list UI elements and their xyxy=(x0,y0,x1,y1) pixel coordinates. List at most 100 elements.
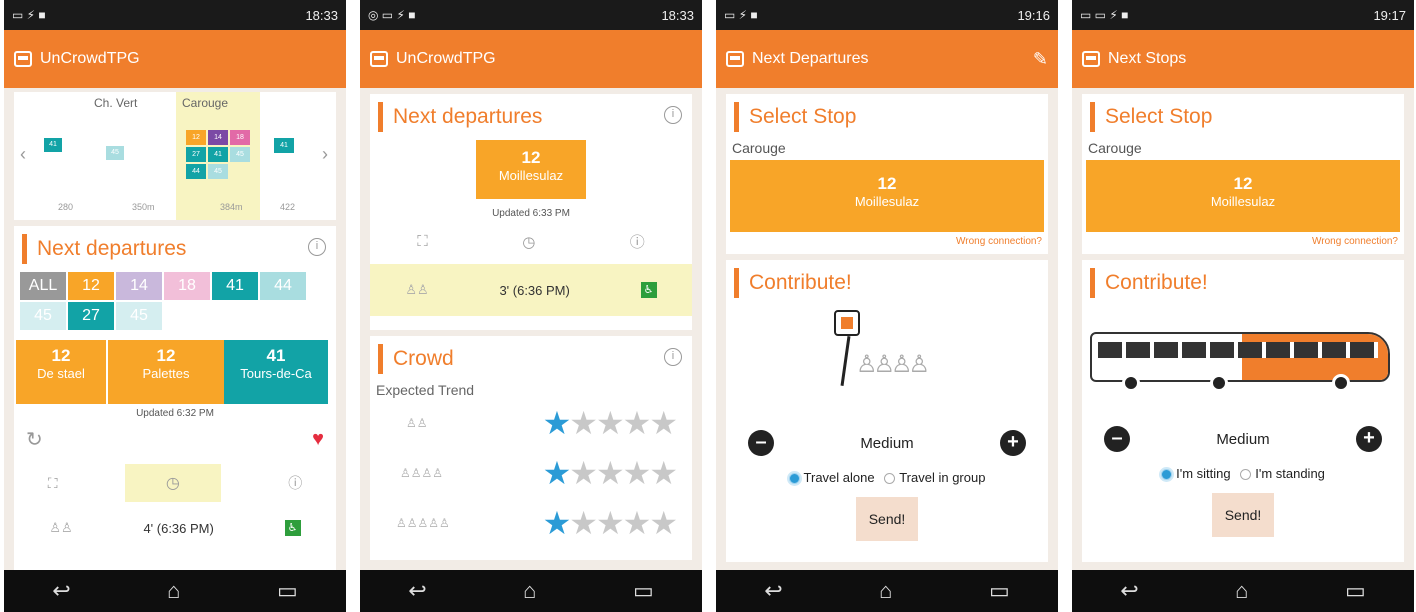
crowd-people-icon: ♙♙♙♙ xyxy=(856,351,930,378)
select-stop-card: Select Stop Carouge 12 Moillesulaz Wrong… xyxy=(1082,94,1404,254)
edit-icon[interactable]: ✎ xyxy=(1033,49,1048,70)
send-button[interactable]: Send! xyxy=(856,497,918,541)
decrease-button[interactable]: – xyxy=(748,430,774,456)
filter-chip[interactable]: 14 xyxy=(116,272,162,300)
filter-chip[interactable]: 45 xyxy=(20,302,66,330)
departure-box[interactable]: 12 Palettes xyxy=(108,340,224,404)
back-icon[interactable]: ↩ xyxy=(408,578,426,604)
updated-label: Updated 6:33 PM xyxy=(492,208,570,219)
notification-icon: ▭ ▭ ⚡ ■ xyxy=(1080,8,1129,22)
rating-row: ♙♙ ★★★★★ xyxy=(370,398,692,448)
radio-standing[interactable] xyxy=(1240,469,1252,481)
distance-label: 422 xyxy=(280,202,296,212)
chevron-right-icon[interactable]: › xyxy=(322,144,328,165)
recents-icon[interactable]: ▭ xyxy=(989,578,1010,604)
rating-stars[interactable]: ★★★★★ xyxy=(543,504,678,542)
app-bar: UnCrowdTPG xyxy=(360,30,702,88)
app-bar: Next Stops xyxy=(1072,30,1414,88)
app-title: UnCrowdTPG xyxy=(40,50,140,67)
clock-icon[interactable]: ◷ xyxy=(522,233,535,251)
selected-departure[interactable]: 12 Moillesulaz xyxy=(476,140,586,202)
crowd-icon: ⛶ xyxy=(47,474,58,491)
filter-chip[interactable]: 12 xyxy=(68,272,114,300)
screen-3: ▭ ⚡ ■ 19:16 Next Departures ✎ Select Sto… xyxy=(716,0,1058,612)
stop-label: Ch. Vert xyxy=(94,96,138,110)
back-icon[interactable]: ↩ xyxy=(1120,578,1138,604)
stops-strip[interactable]: ‹ › Ch. Vert Carouge 41 45 12 14 18 27 4… xyxy=(14,92,336,220)
distance-label: 350m xyxy=(132,202,155,212)
notification-icon: ▭ ⚡ ■ xyxy=(12,8,46,22)
line-filters: ALL 12 14 18 41 44 45 27 45 xyxy=(14,272,314,330)
select-stop-card: Select Stop Carouge 12 Moillesulaz Wrong… xyxy=(726,94,1048,254)
filter-chip[interactable]: 44 xyxy=(260,272,306,300)
departure-time: 4' (6:36 PM) xyxy=(143,520,214,536)
line-badge: 45 xyxy=(208,164,228,179)
home-icon[interactable]: ⌂ xyxy=(167,578,180,604)
recents-icon[interactable]: ▭ xyxy=(277,578,298,604)
bus-icon xyxy=(1082,51,1100,67)
bus-illustration xyxy=(1082,306,1404,416)
rating-stars[interactable]: ★★★★★ xyxy=(543,404,678,442)
send-button[interactable]: Send! xyxy=(1212,493,1274,537)
wrong-connection-link[interactable]: Wrong connection? xyxy=(726,236,1048,247)
filter-chip[interactable]: 45 xyxy=(116,302,162,330)
next-departures-card: Next departures i 12 Moillesulaz Updated… xyxy=(370,94,692,330)
filter-chip[interactable]: ALL xyxy=(20,272,66,300)
clock-icon[interactable]: ◷ xyxy=(124,464,221,502)
contribute-card: Contribute! ♙♙♙♙ – Medium + Travel alone… xyxy=(726,260,1048,562)
filter-chip[interactable]: 41 xyxy=(212,272,258,300)
increase-button[interactable]: + xyxy=(999,430,1026,456)
filter-chip[interactable]: 18 xyxy=(164,272,210,300)
departure-box[interactable]: 12 De stael xyxy=(16,340,106,404)
recents-icon[interactable]: ▭ xyxy=(1345,578,1366,604)
line-badge: 27 xyxy=(186,147,206,162)
radio-label: Travel in group xyxy=(899,470,986,485)
chevron-left-icon[interactable]: ‹ xyxy=(20,144,26,165)
stop-label: Carouge xyxy=(182,96,229,110)
decrease-button[interactable]: – xyxy=(1104,426,1130,452)
home-icon[interactable]: ⌂ xyxy=(1235,578,1248,604)
radio-sitting[interactable] xyxy=(1161,469,1173,481)
line-badge: 45 xyxy=(106,146,124,160)
radio-travel-alone[interactable] xyxy=(788,473,800,485)
heart-icon[interactable]: ♥ xyxy=(312,428,324,451)
system-nav: ↩ ⌂ ▭ xyxy=(716,570,1058,612)
screen-1: ▭ ⚡ ■ 18:33 UnCrowdTPG ‹ › Ch. Vert Caro… xyxy=(4,0,346,612)
stop-name: Carouge xyxy=(732,140,786,156)
line-grid: 12 14 18 27 41 45 44 45 xyxy=(186,130,252,179)
selected-departure[interactable]: 12 Moillesulaz xyxy=(730,160,1044,232)
back-icon[interactable]: ↩ xyxy=(764,578,782,604)
departure-row[interactable]: ♙♙ 3' (6:36 PM) ♿ xyxy=(370,264,692,316)
home-icon[interactable]: ⌂ xyxy=(879,578,892,604)
home-icon[interactable]: ⌂ xyxy=(523,578,536,604)
status-clock: 18:33 xyxy=(305,7,338,23)
status-clock: 19:16 xyxy=(1017,7,1050,23)
line-badge: 41 xyxy=(44,138,62,152)
recents-icon[interactable]: ▭ xyxy=(633,578,654,604)
back-icon[interactable]: ↩ xyxy=(52,578,70,604)
wrong-connection-link[interactable]: Wrong connection? xyxy=(1082,236,1404,247)
filter-chip[interactable]: 27 xyxy=(68,302,114,330)
radio-label: Travel alone xyxy=(803,470,875,485)
rating-row: ♙♙♙♙ ★★★★★ xyxy=(370,448,692,498)
line-badge: 44 xyxy=(186,164,206,179)
next-departures-card: Next departures i ALL 12 14 18 41 44 45 … xyxy=(14,226,336,570)
crowd-subtitle: Expected Trend xyxy=(376,382,475,398)
screen-4: ▭ ▭ ⚡ ■ 19:17 Next Stops Select Stop Car… xyxy=(1072,0,1414,612)
bus-icon xyxy=(370,51,388,67)
info-icon[interactable]: i xyxy=(308,238,326,256)
increase-button[interactable]: + xyxy=(1355,426,1382,452)
rating-stars[interactable]: ★★★★★ xyxy=(543,454,678,492)
info-icon[interactable]: i xyxy=(664,348,682,366)
section-title: Next departures xyxy=(393,105,543,128)
line-badge: 12 xyxy=(186,130,206,145)
departure-box[interactable]: 41 Tours-de-Ca xyxy=(224,340,328,404)
info-icon[interactable]: ⓘ xyxy=(630,231,645,252)
refresh-icon[interactable]: ↻ xyxy=(26,427,43,452)
radio-travel-group[interactable] xyxy=(884,473,896,485)
app-bar: Next Departures ✎ xyxy=(716,30,1058,88)
info-icon[interactable]: ⓘ xyxy=(288,473,302,493)
status-bar: ▭ ⚡ ■ 19:16 xyxy=(716,0,1058,30)
selected-departure[interactable]: 12 Moillesulaz xyxy=(1086,160,1400,232)
info-icon[interactable]: i xyxy=(664,106,682,124)
